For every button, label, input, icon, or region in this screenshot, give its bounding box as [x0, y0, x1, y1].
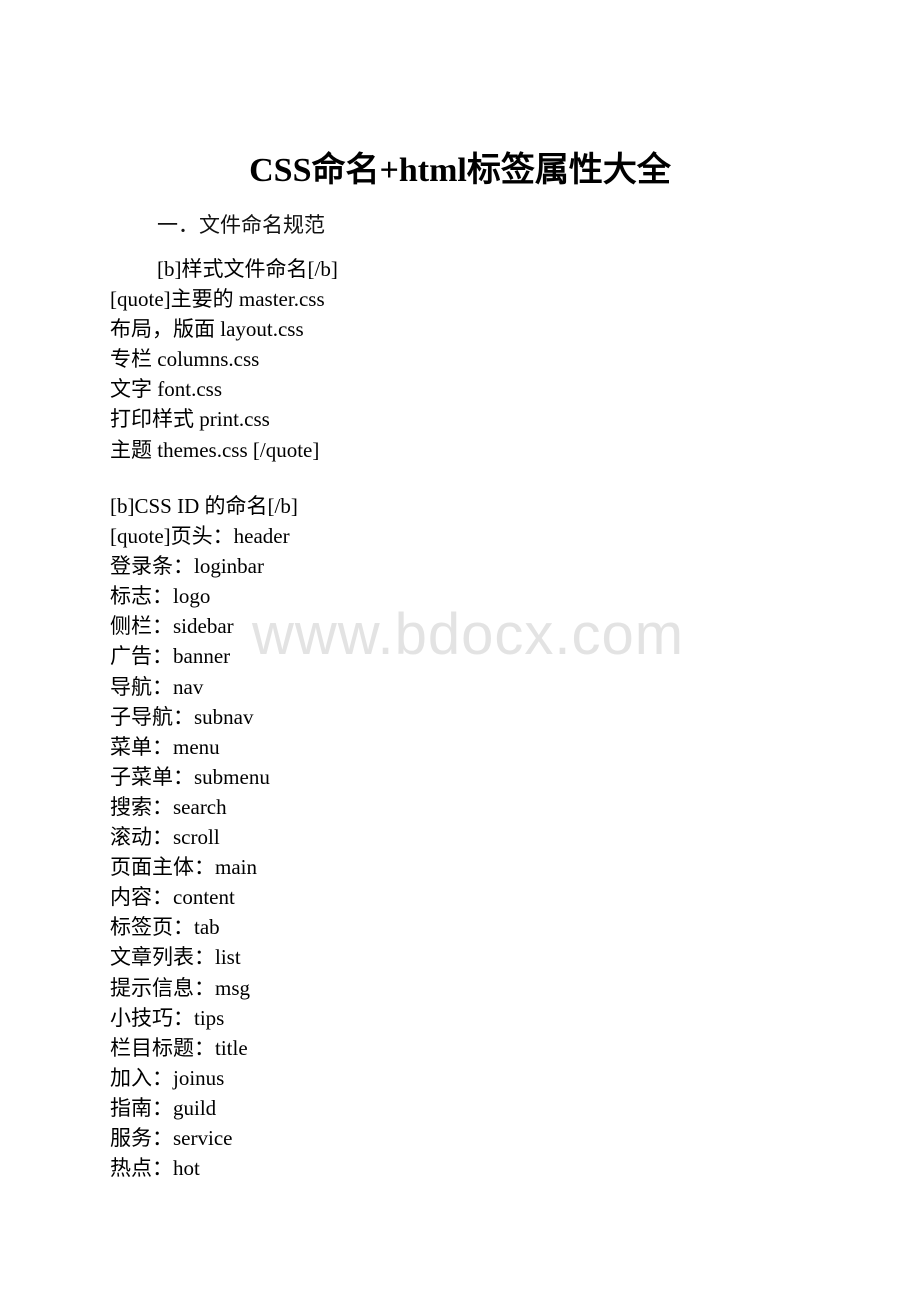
list-item: 指南：guild	[110, 1095, 217, 1120]
list-item: [quote]主要的 master.css	[110, 287, 325, 312]
list-item: 导航：nav	[110, 674, 204, 699]
list-item: 菜单：menu	[110, 734, 220, 759]
list-item: 文章列表：list	[110, 945, 241, 970]
style-file-heading: [b]样式文件命名[/b]	[157, 257, 338, 281]
list-item: 页面主体：main	[110, 855, 257, 880]
list-item: 栏目标题：title	[110, 1035, 248, 1060]
list-item: 专栏 columns.css	[110, 347, 260, 372]
style-file-naming-block: [b]样式文件命名[/b] [quote]主要的 master.css 布局，版…	[110, 254, 338, 465]
list-item: 子菜单：submenu	[110, 764, 270, 789]
list-item: 广告：banner	[110, 644, 231, 669]
list-item: [quote]页头：header	[110, 524, 290, 549]
list-item: 标签页：tab	[110, 915, 220, 940]
list-item: 布局，版面 layout.css	[110, 317, 304, 342]
list-item: 打印样式 print.css	[110, 407, 270, 432]
list-item: 文字 font.css	[110, 377, 222, 402]
list-item: 侧栏：sidebar	[110, 614, 234, 639]
list-item: 加入：joinus	[110, 1065, 225, 1090]
list-item: 搜索：search	[110, 794, 227, 819]
section-heading: 一．文件命名规范	[157, 213, 325, 237]
css-id-heading: [b]CSS ID 的命名[/b]	[110, 494, 298, 518]
css-id-naming-block: [b]CSS ID 的命名[/b] [quote]页头：header 登录条：l…	[110, 491, 298, 1183]
list-item: 登录条：loginbar	[110, 554, 264, 579]
list-item: 小技巧：tips	[110, 1005, 225, 1030]
list-item: 主题 themes.css [/quote]	[110, 437, 320, 462]
document-title: CSS命名+html标签属性大全	[249, 152, 671, 189]
watermark: www.bdocx.com	[252, 602, 685, 667]
list-item: 滚动：scroll	[110, 825, 220, 850]
list-item: 服务：service	[110, 1125, 233, 1150]
list-item: 热点：hot	[110, 1156, 200, 1181]
list-item: 提示信息：msg	[110, 975, 251, 1000]
list-item: 内容：content	[110, 885, 235, 910]
list-item: 子导航：subnav	[110, 704, 254, 729]
list-item: 标志：logo	[110, 584, 211, 609]
